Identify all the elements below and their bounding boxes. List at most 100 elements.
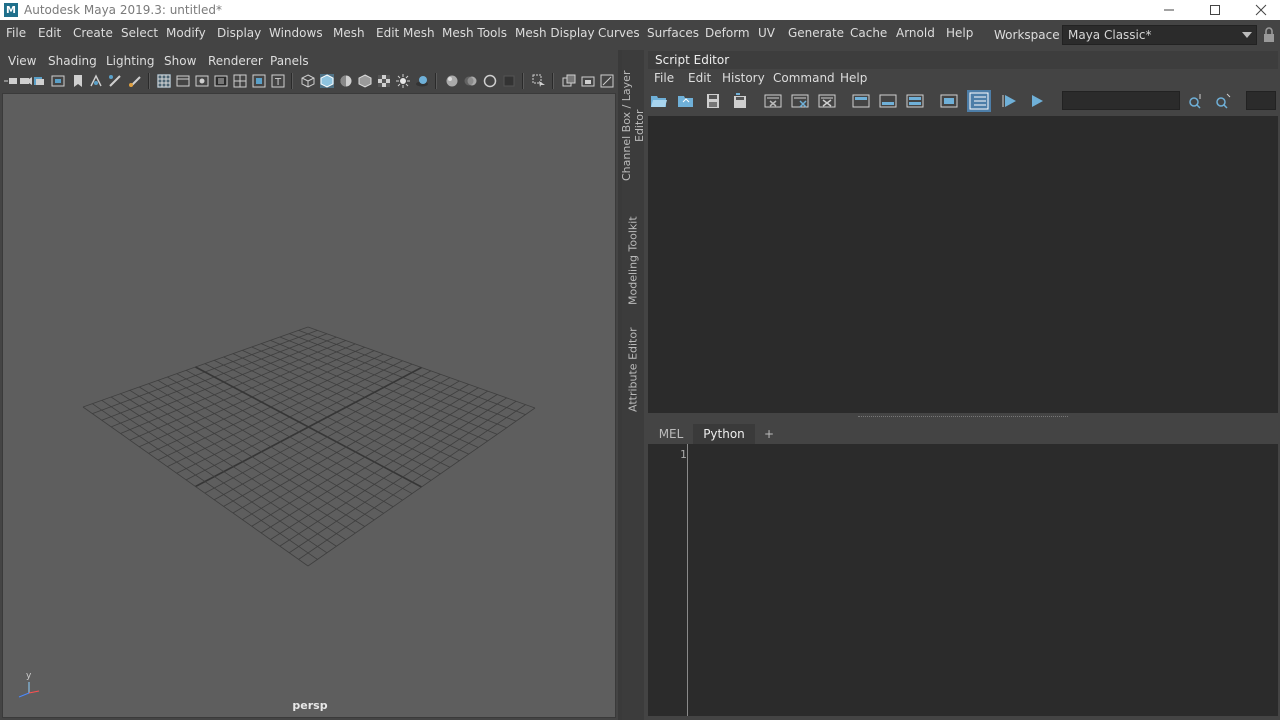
se-menu-file[interactable]: File — [654, 71, 674, 85]
screen-space-ao-icon[interactable] — [445, 74, 459, 88]
splitter-grip-icon[interactable] — [858, 416, 1068, 418]
textured-icon[interactable] — [377, 74, 391, 88]
save-script-icon[interactable] — [704, 93, 722, 109]
xray-icon[interactable] — [562, 74, 576, 88]
source-script-icon[interactable] — [677, 93, 695, 109]
menu-display[interactable]: Display — [217, 26, 261, 40]
menu-create[interactable]: Create — [73, 26, 113, 40]
3d-viewport[interactable]: y persp — [2, 93, 616, 718]
menu-arnold[interactable]: Arnold — [896, 26, 935, 40]
execute-icon[interactable] — [1028, 93, 1046, 109]
film-gate-icon[interactable] — [176, 74, 190, 88]
wireframe-icon[interactable] — [301, 74, 315, 88]
close-button[interactable] — [1238, 0, 1280, 20]
menu-surfaces[interactable]: Surfaces — [647, 26, 699, 40]
depth-of-field-icon[interactable] — [502, 74, 516, 88]
grid-line — [214, 373, 441, 501]
clear-all-icon[interactable] — [818, 93, 836, 109]
panel-menu-shading[interactable]: Shading — [48, 54, 97, 68]
menu-help[interactable]: Help — [946, 26, 973, 40]
menu-deform[interactable]: Deform — [705, 26, 750, 40]
script-history-output[interactable] — [648, 116, 1278, 413]
menu-edit-mesh[interactable]: Edit Mesh — [376, 26, 435, 40]
se-menu-help[interactable]: Help — [840, 71, 867, 85]
tab-modeling-toolkit[interactable]: Modeling Toolkit — [624, 212, 642, 310]
se-menu-edit[interactable]: Edit — [688, 71, 711, 85]
toolbar-separator — [148, 73, 150, 89]
menu-mesh[interactable]: Mesh — [333, 26, 365, 40]
script-search-field[interactable] — [1062, 91, 1180, 110]
ground-grid — [82, 326, 536, 567]
shadows-icon[interactable] — [415, 74, 429, 88]
safe-action-icon[interactable] — [252, 74, 266, 88]
tab-attribute-editor[interactable]: Attribute Editor — [624, 325, 642, 415]
resolution-gate-icon[interactable] — [195, 74, 209, 88]
hud-toggle-icon[interactable] — [600, 74, 614, 88]
menu-cache[interactable]: Cache — [850, 26, 887, 40]
goto-line-field[interactable] — [1246, 91, 1276, 110]
tab-python[interactable]: Python — [693, 424, 755, 444]
image-plane-icon[interactable] — [51, 74, 65, 88]
panel-menu-lighting[interactable]: Lighting — [106, 54, 155, 68]
se-menu-command[interactable]: Command — [773, 71, 835, 85]
camera-attributes-icon[interactable] — [19, 74, 33, 88]
grid-line — [167, 376, 394, 508]
menu-file[interactable]: File — [6, 26, 26, 40]
menu-modify[interactable]: Modify — [166, 26, 206, 40]
tab-mel[interactable]: MEL — [653, 424, 689, 444]
line-numbers-icon[interactable] — [967, 90, 991, 112]
menu-generate[interactable]: Generate — [788, 26, 844, 40]
execute-all-icon[interactable] — [1001, 93, 1019, 109]
bookmark-flag-icon[interactable] — [71, 74, 85, 88]
maximize-button[interactable] — [1192, 0, 1238, 20]
grid-icon[interactable] — [157, 74, 171, 88]
script-input-area[interactable] — [648, 444, 1278, 716]
menu-select[interactable]: Select — [121, 26, 158, 40]
field-chart-icon[interactable] — [233, 74, 247, 88]
menu-windows[interactable]: Windows — [269, 26, 323, 40]
lock-icon[interactable] — [1263, 27, 1275, 43]
panel-menu-renderer[interactable]: Renderer — [208, 54, 263, 68]
show-both-icon[interactable] — [906, 93, 924, 109]
clear-history-icon[interactable] — [764, 93, 782, 109]
minimize-button[interactable] — [1146, 0, 1192, 20]
save-to-shelf-icon[interactable] — [731, 93, 749, 109]
panel-menu-view[interactable]: View — [8, 54, 36, 68]
isolate-select-icon[interactable] — [532, 74, 546, 88]
grid-line — [157, 379, 384, 514]
menu-mesh-display[interactable]: Mesh Display — [515, 26, 595, 40]
bookmarks-icon[interactable] — [32, 74, 46, 88]
select-camera-icon[interactable] — [4, 74, 18, 88]
show-input-only-icon[interactable] — [879, 93, 897, 109]
xray-joints-icon[interactable] — [581, 74, 595, 88]
open-script-icon[interactable] — [650, 93, 668, 109]
anti-aliasing-icon[interactable] — [483, 74, 497, 88]
panel-menu-panels[interactable]: Panels — [270, 54, 309, 68]
echo-all-commands-icon[interactable] — [940, 93, 958, 109]
default-material-icon[interactable] — [339, 74, 353, 88]
clear-input-icon[interactable] — [791, 93, 809, 109]
search-down-icon[interactable] — [1187, 93, 1205, 109]
smooth-shade-icon[interactable] — [320, 74, 334, 88]
workspace-dropdown[interactable]: Maya Classic* — [1062, 25, 1257, 45]
panel-menu-show[interactable]: Show — [164, 54, 196, 68]
menu-mesh-tools[interactable]: Mesh Tools — [442, 26, 507, 40]
menu-edit[interactable]: Edit — [38, 26, 61, 40]
show-history-only-icon[interactable] — [852, 93, 870, 109]
2d-pan-zoom-icon[interactable] — [89, 74, 103, 88]
menu-uv[interactable]: UV — [758, 26, 775, 40]
motion-blur-icon[interactable] — [464, 74, 478, 88]
paint-brush-icon[interactable] — [128, 74, 142, 88]
grid-line — [82, 406, 309, 567]
workspace-value: Maya Classic* — [1068, 28, 1152, 42]
grease-pencil-icon[interactable] — [108, 74, 122, 88]
tab-channel-box-layer-editor[interactable]: Channel Box / Layer Editor — [620, 56, 646, 196]
search-up-icon[interactable] — [1214, 93, 1232, 109]
menu-curves[interactable]: Curves — [598, 26, 640, 40]
use-all-lights-icon[interactable] — [396, 74, 410, 88]
safe-title-icon[interactable]: T — [271, 74, 285, 88]
se-menu-history[interactable]: History — [722, 71, 765, 85]
add-tab-button[interactable]: + — [759, 424, 779, 444]
shaded-wireframe-icon[interactable] — [358, 74, 372, 88]
gate-mask-icon[interactable] — [214, 74, 228, 88]
